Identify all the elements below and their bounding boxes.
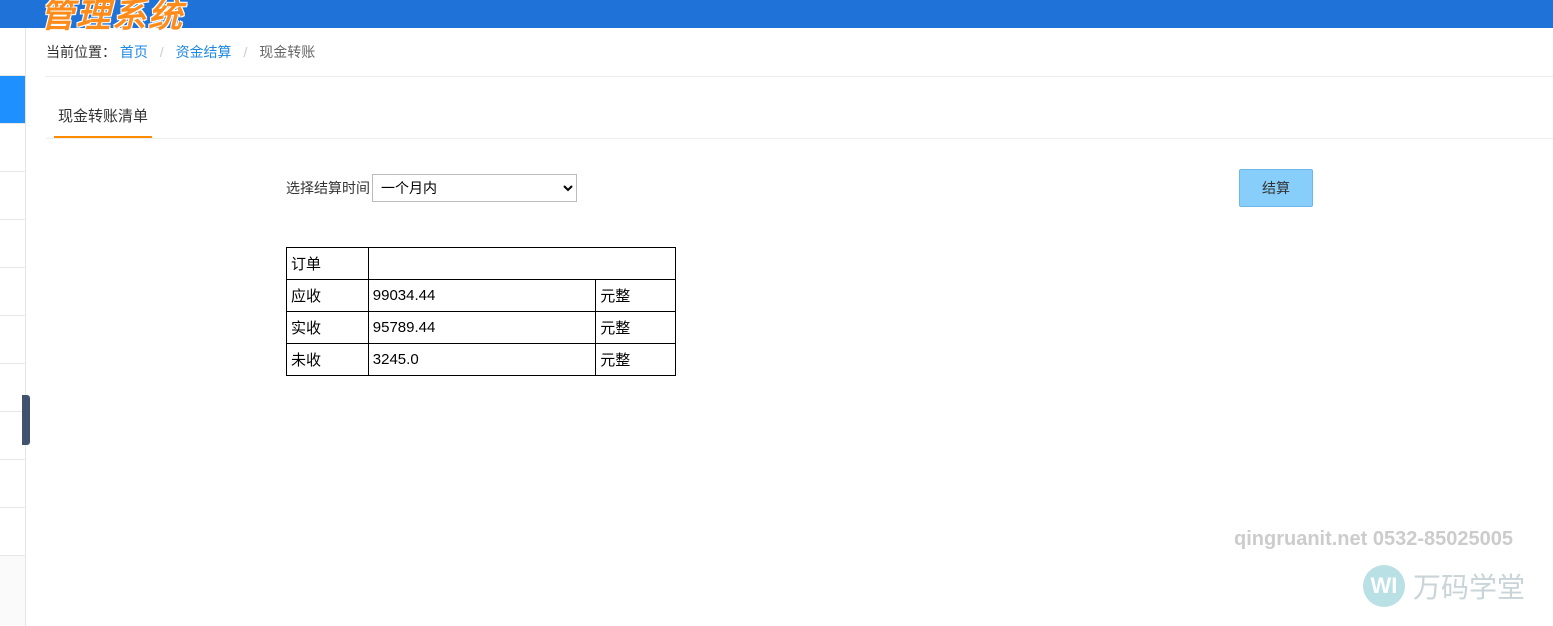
breadcrumb-label: 当前位置： (46, 44, 116, 60)
summary-table: 订单 应收 99034.44 元整 实收 95789.44 元整 未收 3245… (286, 247, 676, 376)
tab-section: 现金转账清单 (46, 97, 1553, 139)
footer-contact: qingruanit.net 0532-85025005 (1234, 528, 1513, 551)
cell-receivable-value: 99034.44 (368, 280, 595, 312)
table-row-received: 实收 95789.44 元整 (287, 312, 676, 344)
sidebar-item[interactable] (0, 124, 25, 172)
sidebar-item[interactable] (0, 220, 25, 268)
sidebar-item[interactable] (0, 28, 25, 76)
breadcrumb-separator: / (243, 44, 247, 60)
cell-received-label: 实收 (287, 312, 369, 344)
breadcrumb-separator: / (160, 44, 164, 60)
sidebar-item[interactable] (0, 268, 25, 316)
cell-outstanding-label: 未收 (287, 344, 369, 376)
filter-time-label: 选择结算时间 (286, 178, 370, 198)
sidebar-collapse-handle[interactable] (22, 395, 30, 445)
cell-order-label: 订单 (287, 248, 369, 280)
filter-time-select[interactable]: 一个月内 (372, 174, 577, 202)
sidebar-item[interactable] (0, 508, 25, 556)
cell-outstanding-unit: 元整 (596, 344, 676, 376)
footer-brand-icon: WI (1363, 565, 1405, 607)
breadcrumb-current: 现金转账 (259, 44, 315, 60)
header-bar: 管理系统 (0, 0, 1553, 28)
breadcrumb-section-link[interactable]: 资金结算 (176, 44, 232, 60)
sidebar-item[interactable] (0, 460, 25, 508)
cell-receivable-label: 应收 (287, 280, 369, 312)
table-row-outstanding: 未收 3245.0 元整 (287, 344, 676, 376)
table-row-order: 订单 (287, 248, 676, 280)
footer-brand-text: 万码学堂 (1413, 566, 1525, 606)
cell-received-unit: 元整 (596, 312, 676, 344)
settle-button[interactable]: 结算 (1239, 169, 1313, 207)
cell-received-value: 95789.44 (368, 312, 595, 344)
footer-brand: WI 万码学堂 (1363, 565, 1525, 607)
content-area: 选择结算时间 一个月内 结算 订单 应收 99034.44 元整 (46, 139, 1553, 376)
sidebar-item-active[interactable] (0, 76, 25, 124)
table-row-receivable: 应收 99034.44 元整 (287, 280, 676, 312)
cell-order-value (368, 248, 675, 280)
sidebar-item[interactable] (0, 172, 25, 220)
sidebar-item[interactable] (0, 316, 25, 364)
cell-outstanding-value: 3245.0 (368, 344, 595, 376)
filter-row: 选择结算时间 一个月内 结算 (286, 169, 1313, 207)
breadcrumb: 当前位置： 首页 / 资金结算 / 现金转账 (46, 28, 1553, 77)
tab-cash-transfer-list[interactable]: 现金转账清单 (54, 97, 152, 138)
breadcrumb-home-link[interactable]: 首页 (120, 44, 148, 60)
cell-receivable-unit: 元整 (596, 280, 676, 312)
sidebar (0, 28, 26, 626)
app-logo: 管理系统 (40, 0, 184, 37)
